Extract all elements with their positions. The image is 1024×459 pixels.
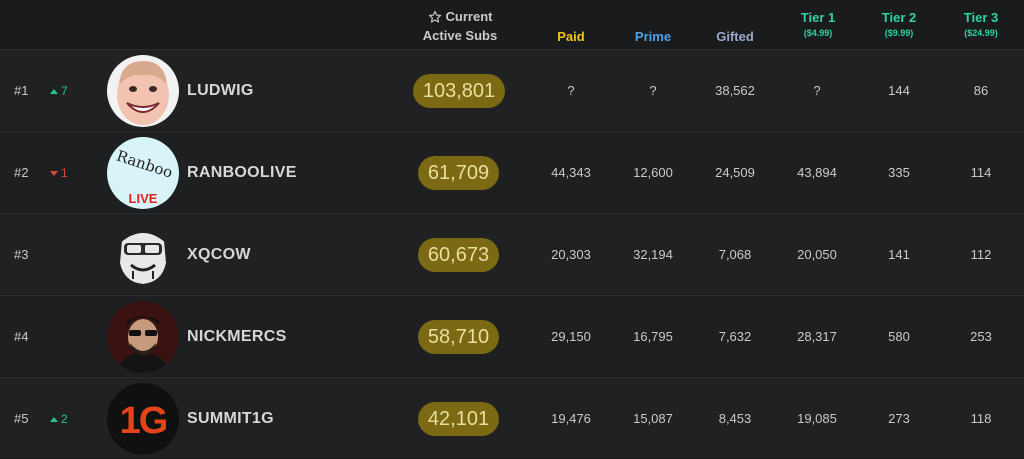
prime-value: 12,600: [633, 165, 673, 180]
tier1-value: ?: [813, 83, 821, 98]
table-row[interactable]: #4 NICKMERCS 58,710 29,150 16,795 7,632 …: [0, 295, 1024, 376]
arrow-up-icon: [50, 416, 58, 422]
channel-name[interactable]: LUDWIG: [187, 83, 254, 99]
tier1-label: Tier 1: [800, 10, 836, 25]
arrow-down-icon: [50, 170, 58, 176]
avatar[interactable]: Ranboo LIVE: [107, 137, 179, 209]
gifted-value: 24,509: [715, 165, 755, 180]
column-header-tier2[interactable]: Tier 2 ($9.99): [868, 8, 930, 40]
tier1-value: 28,317: [797, 329, 837, 344]
arrow-up-icon: [50, 88, 58, 94]
prime-value: ?: [649, 83, 657, 98]
rank-change-down: 1: [50, 165, 68, 181]
rank: #3: [14, 247, 29, 262]
channel-name[interactable]: RANBOOLIVE: [187, 165, 297, 181]
avatar-text: Ranboo: [114, 147, 175, 182]
tier2-value: 273: [888, 411, 910, 426]
current-subs-badge: 60,673: [418, 238, 499, 272]
prime-value: 16,795: [633, 329, 673, 344]
tier2-value: 580: [888, 329, 910, 344]
table-header: Current Active Subs Paid Prime Gifted Ti…: [0, 0, 1024, 50]
tier3-price: ($24.99): [964, 28, 998, 38]
rank: #2: [14, 165, 29, 180]
rank-change-value: 1: [61, 166, 68, 180]
avatar[interactable]: [107, 219, 179, 291]
tier3-value: 86: [973, 83, 989, 98]
column-header-prime[interactable]: Prime: [623, 27, 683, 46]
gifted-value: 7,632: [718, 329, 752, 344]
prime-value: 15,087: [633, 411, 673, 426]
column-header-current-subs[interactable]: Current Active Subs: [410, 7, 510, 45]
paid-value: 20,303: [551, 247, 591, 262]
current-subs-badge: 42,101: [418, 402, 499, 436]
rank: #1: [14, 83, 29, 98]
current-subs-badge: 103,801: [413, 74, 505, 108]
rank: #5: [14, 411, 29, 426]
rank-change-value: 7: [61, 84, 68, 98]
table-row[interactable]: #3 XQCOW 60,673 20,303 32,194 7,068 20,0…: [0, 213, 1024, 294]
tier3-value: 253: [970, 329, 992, 344]
channel-name[interactable]: SUMMIT1G: [187, 411, 274, 427]
paid-value: 44,343: [551, 165, 591, 180]
column-header-paid[interactable]: Paid: [541, 27, 601, 46]
column-header-current-line2: Active Subs: [422, 28, 498, 43]
gifted-value: 38,562: [715, 83, 755, 98]
tier3-label: Tier 3: [963, 10, 999, 25]
tier1-price: ($4.99): [803, 28, 833, 38]
rank: #4: [14, 329, 29, 344]
column-header-current-line1: Current: [445, 9, 493, 24]
table-row[interactable]: #5 2 1G SUMMIT1G 42,101 19,476 15,087 8,…: [0, 377, 1024, 458]
tier2-value: 335: [888, 165, 910, 180]
tier2-label: Tier 2: [881, 10, 917, 25]
avatar[interactable]: 1G: [107, 383, 179, 455]
channel-name[interactable]: NICKMERCS: [187, 329, 287, 345]
gifted-value: 8,453: [718, 411, 752, 426]
paid-value: 19,476: [551, 411, 591, 426]
rank-change-value: 2: [61, 412, 68, 426]
tier3-value: 118: [970, 411, 992, 426]
rank-change-up: 2: [50, 411, 68, 427]
column-header-tier1[interactable]: Tier 1 ($4.99): [787, 8, 849, 40]
current-subs-badge: 58,710: [418, 320, 499, 354]
gifted-value: 7,068: [718, 247, 752, 262]
table-row[interactable]: #1 7 LUDWIG 103,801 ? ? 38,562 ? 144 86: [0, 49, 1024, 130]
avatar[interactable]: [107, 301, 179, 373]
tier3-value: 114: [970, 165, 992, 180]
current-subs-badge: 61,709: [418, 156, 499, 190]
tier2-value: 141: [888, 247, 910, 262]
column-header-tier3[interactable]: Tier 3 ($24.99): [950, 8, 1012, 40]
tier3-value: 112: [970, 247, 992, 262]
avatar[interactable]: [107, 55, 179, 127]
table-row[interactable]: #2 1 Ranboo LIVE RANBOOLIVE 61,709 44,34…: [0, 131, 1024, 212]
channel-name[interactable]: XQCOW: [187, 247, 251, 263]
paid-value: 29,150: [551, 329, 591, 344]
column-header-gifted[interactable]: Gifted: [704, 27, 766, 46]
tier2-price: ($9.99): [884, 28, 914, 38]
tier1-value: 19,085: [797, 411, 837, 426]
rank-change-up: 7: [50, 83, 68, 99]
prime-value: 32,194: [633, 247, 673, 262]
tier2-value: 144: [888, 83, 910, 98]
avatar-logo-text: 1G: [120, 400, 167, 442]
tier1-value: 20,050: [797, 247, 837, 262]
paid-value: ?: [567, 83, 575, 98]
avatar-live-text: LIVE: [129, 191, 158, 206]
tier1-value: 43,894: [797, 165, 837, 180]
star-icon[interactable]: [428, 10, 442, 24]
